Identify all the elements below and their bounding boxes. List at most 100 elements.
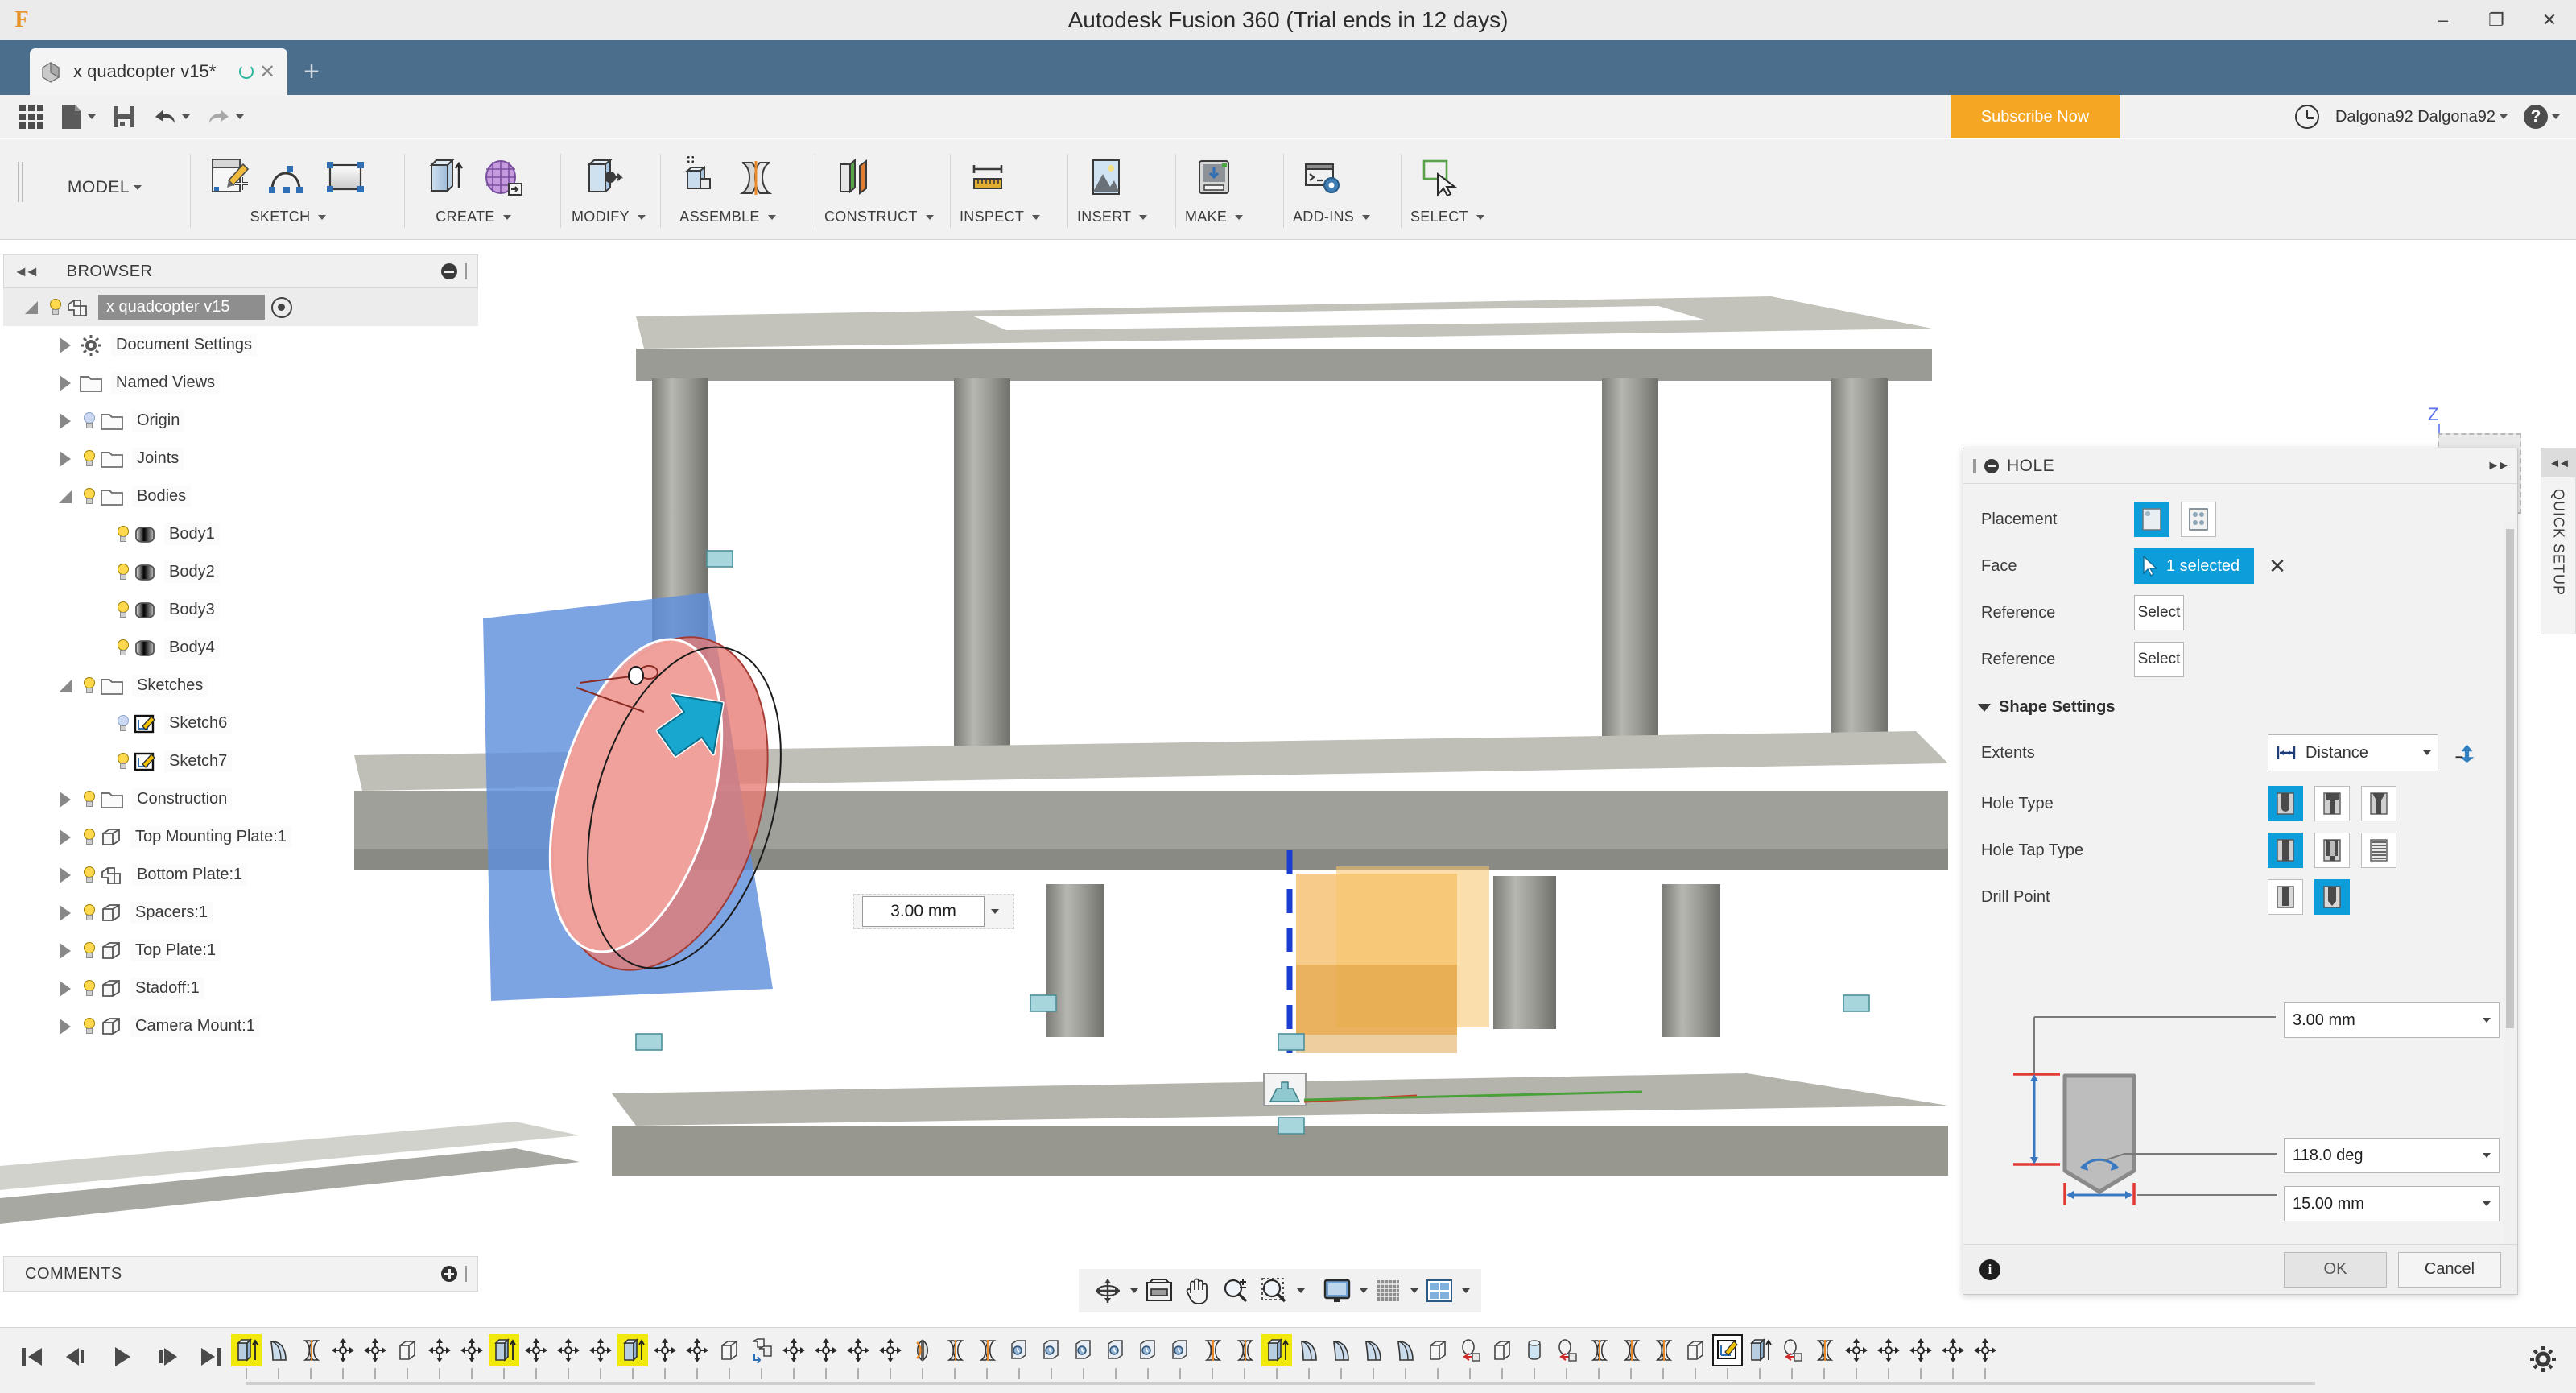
timeline-feature[interactable] (1228, 1334, 1261, 1381)
extrude-icon[interactable] (1261, 1334, 1292, 1366)
visibility-bulb-icon[interactable] (79, 827, 100, 848)
ribbon-group-label-construct[interactable]: CONSTRUCT (824, 209, 934, 225)
hole-icon[interactable] (1551, 1334, 1582, 1366)
chevron-down-icon[interactable] (991, 909, 999, 914)
browser-tree-item[interactable]: Document Settings (3, 326, 478, 364)
browser-tree-item[interactable]: Bodies (3, 477, 478, 515)
timeline-feature[interactable] (359, 1334, 391, 1381)
face-selection-button[interactable]: 1 selected (2134, 548, 2255, 584)
timeline-feature[interactable] (1969, 1334, 2001, 1381)
clearance-tap-icon[interactable] (2314, 833, 2350, 868)
timeline-feature[interactable] (1003, 1334, 1035, 1381)
ribbon-group-label-insert[interactable]: INSERT (1077, 209, 1148, 225)
expand-arrow-icon[interactable] (52, 791, 79, 808)
timeline-feature[interactable] (1132, 1334, 1164, 1381)
visibility-bulb-icon[interactable] (79, 940, 100, 961)
timeline-feature[interactable] (1067, 1334, 1100, 1381)
revolve-icon[interactable] (1390, 1334, 1421, 1366)
account-menu[interactable]: Dalgona92 Dalgona92 (2327, 95, 2516, 138)
move-icon[interactable] (328, 1334, 358, 1366)
go-to-beginning-icon[interactable] (11, 1336, 52, 1378)
visibility-bulb-icon[interactable] (79, 865, 100, 886)
save-button[interactable] (104, 95, 144, 138)
expand-arrow-icon[interactable] (52, 904, 79, 921)
gear-icon[interactable] (2529, 1345, 2557, 1373)
timeline-feature[interactable] (1615, 1334, 1647, 1381)
chevron-down-icon[interactable] (1296, 1288, 1305, 1293)
move-icon[interactable] (456, 1334, 487, 1366)
measure-icon[interactable] (960, 151, 1018, 205)
visibility-bulb-icon[interactable] (79, 903, 100, 924)
timeline-feature[interactable] (1357, 1334, 1389, 1381)
timeline-feature[interactable] (1937, 1334, 1969, 1381)
redo-button[interactable] (198, 95, 252, 138)
box-icon[interactable] (392, 1334, 423, 1366)
joint-icon[interactable] (728, 151, 786, 205)
counterbore-hole-icon[interactable] (2314, 786, 2350, 821)
browser-tree-item[interactable]: Top Mounting Plate:1 (3, 818, 478, 856)
expand-arrow-icon[interactable] (52, 412, 79, 429)
display-settings-icon[interactable] (1319, 1273, 1355, 1308)
joint-pair-icon[interactable] (1197, 1334, 1228, 1366)
timeline-feature[interactable] (1261, 1334, 1293, 1381)
timeline-feature[interactable] (1035, 1334, 1067, 1381)
revolve-icon[interactable] (1358, 1334, 1389, 1366)
move-icon[interactable] (553, 1334, 584, 1366)
expand-arrow-icon[interactable] (52, 866, 79, 883)
timeline-feature[interactable] (262, 1334, 295, 1381)
move-icon[interactable] (585, 1334, 616, 1366)
timeline-feature[interactable] (552, 1334, 584, 1381)
collapse-arrow-icon[interactable] (18, 300, 45, 314)
undo-button[interactable] (144, 95, 198, 138)
browser-tree-item[interactable]: Body2 (3, 553, 478, 591)
timeline-feature[interactable] (745, 1334, 778, 1381)
reference-select-button-1[interactable]: Select (2134, 595, 2184, 630)
flat-drill-point-icon[interactable] (2268, 879, 2303, 915)
shape-settings-section[interactable]: Shape Settings (1963, 698, 2517, 717)
display-mode-icon[interactable] (271, 296, 293, 318)
simple-hole-icon[interactable] (2268, 786, 2303, 821)
expand-arrow-icon[interactable] (52, 450, 79, 467)
visibility-bulb-icon[interactable] (79, 789, 100, 810)
quick-setup-panel[interactable]: ◄◄ QUICK SETUP (2541, 448, 2576, 634)
viewports-icon[interactable] (1422, 1273, 1457, 1308)
dialog-grip[interactable] (1973, 458, 1976, 473)
step-forward-icon[interactable] (147, 1336, 187, 1378)
visibility-bulb-icon[interactable] (113, 751, 134, 772)
timeline-feature[interactable] (1840, 1334, 1872, 1381)
chevron-down-icon[interactable] (2483, 1153, 2491, 1158)
visibility-bulb-icon[interactable] (79, 411, 100, 432)
reference-select-button-2[interactable]: Select (2134, 642, 2184, 677)
timeline-feature[interactable] (681, 1334, 713, 1381)
countersink-hole-icon[interactable] (2361, 786, 2396, 821)
copy-paste-icon[interactable] (746, 1334, 777, 1366)
browser-tree-item[interactable]: Top Plate:1 (3, 932, 478, 969)
browser-tree-item[interactable]: Sketch7 (3, 742, 478, 780)
visibility-bulb-icon[interactable] (113, 524, 134, 545)
extrude-icon[interactable] (1744, 1334, 1775, 1366)
visibility-bulb-icon[interactable] (113, 562, 134, 583)
3d-print-icon[interactable] (1185, 151, 1243, 205)
add-comment-icon[interactable] (441, 1266, 457, 1282)
move-icon[interactable] (875, 1334, 906, 1366)
ribbon-group-label-inspect[interactable]: INSPECT (960, 209, 1041, 225)
cancel-button[interactable]: Cancel (2398, 1251, 2501, 1288)
visibility-bulb-icon[interactable] (79, 448, 100, 469)
move-icon[interactable] (811, 1334, 841, 1366)
joint-icon[interactable] (1616, 1334, 1646, 1366)
browser-tree-item[interactable]: Spacers:1 (3, 894, 478, 932)
timeline-feature[interactable] (1164, 1334, 1196, 1381)
joint-pair-icon[interactable] (1583, 1334, 1614, 1366)
trial-clock-button[interactable] (2287, 95, 2327, 138)
visibility-bulb-icon[interactable] (79, 1016, 100, 1037)
visibility-bulb-icon[interactable] (113, 713, 134, 734)
ribbon-group-label-modify[interactable]: MODIFY (572, 209, 646, 225)
flip-direction-icon[interactable] (2453, 742, 2475, 763)
create-sketch-icon[interactable] (201, 151, 259, 205)
extrude-icon[interactable] (489, 1334, 519, 1366)
chevron-down-icon[interactable] (1129, 1288, 1138, 1293)
timeline-rail[interactable] (246, 1382, 2315, 1385)
timeline-feature[interactable] (1744, 1334, 1776, 1381)
revolve-icon[interactable] (1326, 1334, 1356, 1366)
timeline-feature[interactable] (423, 1334, 456, 1381)
